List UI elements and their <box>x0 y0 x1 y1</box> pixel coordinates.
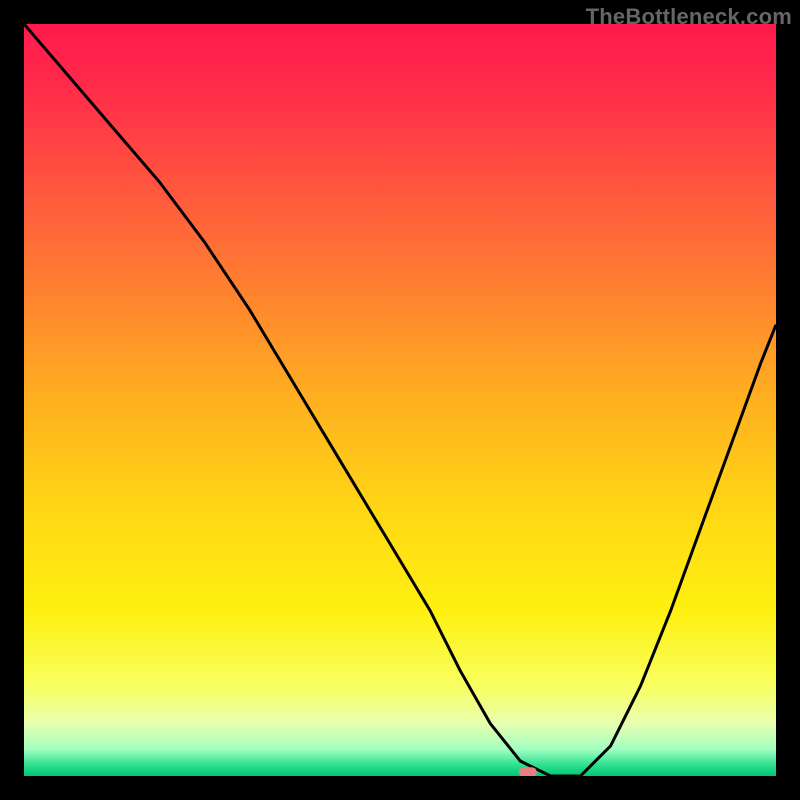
watermark-text: TheBottleneck.com <box>586 4 792 30</box>
plot-area <box>24 24 776 776</box>
optimal-marker <box>519 767 537 776</box>
plot-svg <box>24 24 776 776</box>
chart-frame: TheBottleneck.com <box>0 0 800 800</box>
gradient-background <box>24 24 776 776</box>
